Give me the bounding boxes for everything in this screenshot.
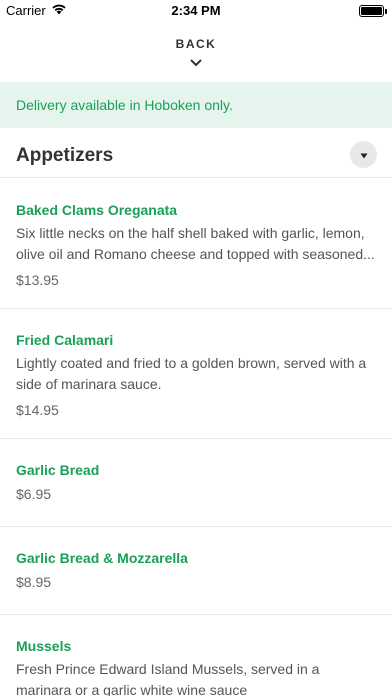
item-price: $14.95	[16, 402, 59, 418]
section-title: Appetizers	[16, 145, 114, 166]
menu-item[interactable]: Mussels Fresh Prince Edward Island Musse…	[0, 615, 392, 696]
menu-item[interactable]: Fried Calamari Lightly coated and fried …	[0, 309, 392, 439]
menu-list: Baked Clams Oreganata Six little necks o…	[0, 179, 392, 696]
triangle-down-icon	[360, 146, 368, 164]
menu-item[interactable]: Garlic Bread $6.95	[0, 439, 392, 527]
section-collapse-button[interactable]	[350, 141, 377, 168]
back-label: BACK	[175, 37, 217, 51]
battery-icon	[359, 5, 387, 17]
item-price: $6.95	[16, 486, 52, 502]
item-name: Mussels	[16, 638, 72, 654]
item-price: $13.95	[16, 272, 59, 288]
item-description: Fresh Prince Edward Island Mussels, serv…	[16, 661, 320, 696]
item-description: Lightly coated and fried to a golden bro…	[16, 355, 367, 392]
item-name: Garlic Bread	[16, 462, 100, 478]
item-name: Fried Calamari	[16, 332, 114, 348]
chevron-down-icon	[190, 54, 202, 72]
item-price: $8.95	[16, 574, 52, 590]
item-name: Baked Clams Oreganata	[16, 202, 178, 218]
status-bar: Carrier 2:34 PM	[0, 0, 392, 22]
menu-item[interactable]: Garlic Bread & Mozzarella $8.95	[0, 527, 392, 615]
back-button[interactable]: BACK	[146, 33, 246, 73]
item-description: Six little necks on the half shell baked…	[16, 225, 375, 262]
item-name: Garlic Bread & Mozzarella	[16, 550, 188, 566]
section-header: Appetizers	[0, 136, 392, 178]
status-time: 2:34 PM	[171, 3, 221, 18]
delivery-banner: Delivery available in Hoboken only.	[0, 82, 392, 128]
delivery-banner-text: Delivery available in Hoboken only.	[16, 97, 233, 113]
menu-item[interactable]: Baked Clams Oreganata Six little necks o…	[0, 179, 392, 309]
